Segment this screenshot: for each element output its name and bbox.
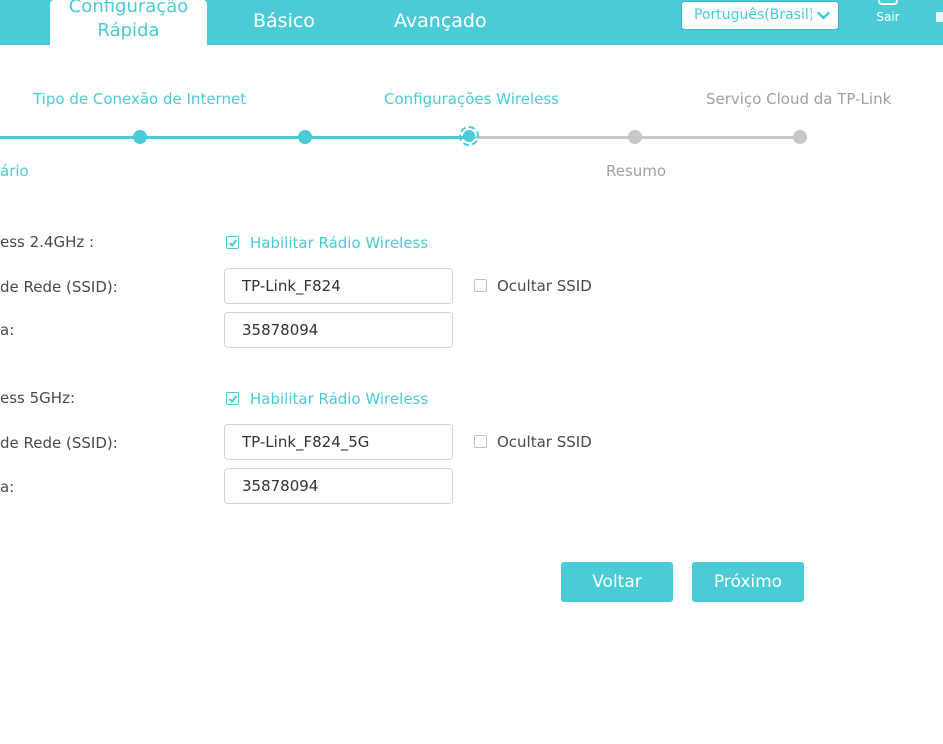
step-internet-connection-type: Tipo de Conexão de Internet: [33, 90, 247, 108]
password-24ghz-input[interactable]: 35878094: [224, 312, 453, 348]
ssid-24ghz-label: de Rede (SSID):: [0, 278, 118, 296]
step-summary: Resumo: [606, 162, 667, 180]
step-dot: [298, 130, 312, 144]
language-select[interactable]: Português(Brasil): [681, 1, 839, 30]
more-menu-icon[interactable]: [936, 12, 943, 22]
step-tp-link-cloud: Serviço Cloud da TP-Link: [706, 90, 892, 108]
hide-ssid-5ghz-checkbox[interactable]: [474, 435, 487, 448]
language-select-value: Português(Brasil): [694, 7, 812, 23]
check-icon: [228, 395, 238, 403]
tab-quick-setup-label-line2: Rápida: [97, 20, 160, 41]
enable-radio-5ghz-label[interactable]: Habilitar Rádio Wireless: [250, 390, 428, 408]
step-time-zone: ário: [0, 162, 29, 180]
progress-track-done: [0, 136, 469, 139]
tab-quick-setup[interactable]: Configuração Rápida: [50, 0, 207, 45]
hide-ssid-5ghz-label[interactable]: Ocultar SSID: [497, 433, 592, 451]
hide-ssid-24ghz-label[interactable]: Ocultar SSID: [497, 277, 592, 295]
next-button[interactable]: Próximo: [692, 562, 804, 602]
enable-radio-24ghz-checkbox[interactable]: [226, 236, 239, 249]
tab-quick-setup-label-line1: Configuração: [68, 0, 189, 17]
logout-button[interactable]: Sair: [872, 0, 904, 30]
back-button[interactable]: Voltar: [561, 562, 673, 602]
ssid-5ghz-label: de Rede (SSID):: [0, 434, 118, 452]
step-dot: [793, 130, 807, 144]
step-dot: [628, 130, 642, 144]
password-5ghz-label: a:: [0, 478, 15, 496]
step-dot: [133, 130, 147, 144]
chevron-down-icon: [817, 11, 830, 20]
check-icon: [228, 239, 238, 247]
enable-radio-5ghz-checkbox[interactable]: [226, 392, 239, 405]
wireless-24ghz-label: ess 2.4GHz :: [0, 233, 95, 251]
ssid-24ghz-input[interactable]: TP-Link_F824: [224, 268, 453, 304]
tab-basic[interactable]: Básico: [253, 9, 315, 33]
logout-label: Sair: [876, 10, 900, 24]
tab-advanced[interactable]: Avançado: [394, 9, 487, 33]
password-5ghz-input[interactable]: 35878094: [224, 468, 453, 504]
step-dot-current: [459, 126, 479, 146]
wireless-5ghz-label: ess 5GHz:: [0, 389, 75, 407]
password-24ghz-label: a:: [0, 321, 15, 339]
logout-icon: [878, 0, 898, 5]
step-wireless-settings: Configurações Wireless: [384, 90, 559, 108]
enable-radio-24ghz-label[interactable]: Habilitar Rádio Wireless: [250, 234, 428, 252]
ssid-5ghz-input[interactable]: TP-Link_F824_5G: [224, 424, 453, 460]
hide-ssid-24ghz-checkbox[interactable]: [474, 279, 487, 292]
